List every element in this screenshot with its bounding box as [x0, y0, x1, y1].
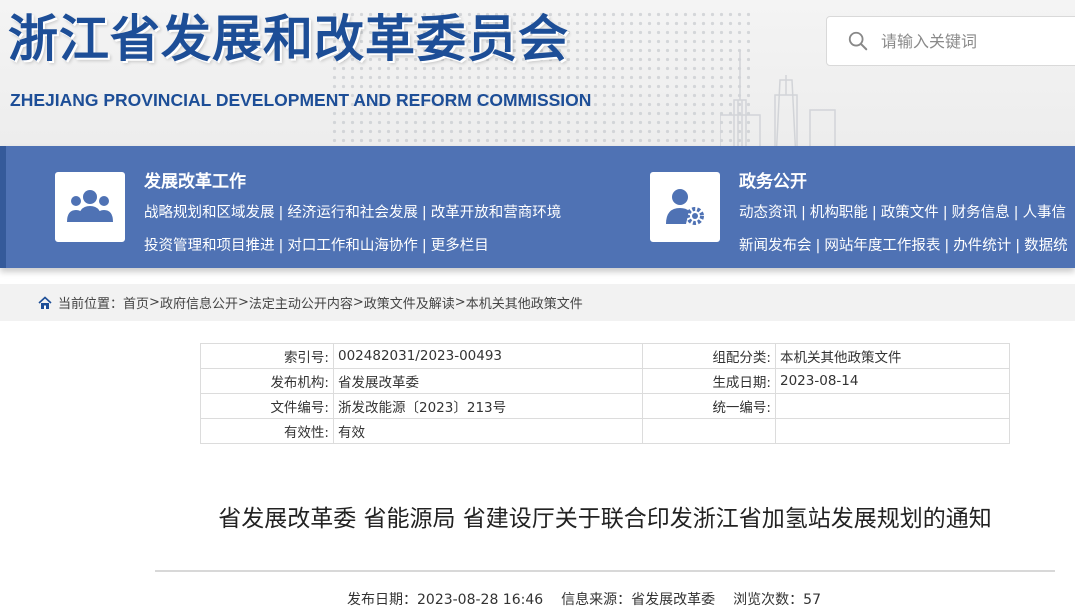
search-input[interactable]	[881, 31, 1071, 51]
table-row: 有效性: 有效	[200, 418, 1010, 444]
meta-label-created: 生成日期:	[642, 368, 776, 394]
nav-link-economic-operation[interactable]: 经济运行和社会发展	[287, 205, 418, 221]
nav-link-reform-opening[interactable]: 改革开放和营商环境	[431, 205, 562, 221]
table-row: 发布机构: 省发展改革委 生成日期: 2023-08-14	[200, 368, 1010, 394]
nav-link-personnel[interactable]: 人事信	[1023, 205, 1067, 221]
breadcrumb-gov-info[interactable]: 政府信息公开	[160, 293, 238, 312]
nav-link-functions[interactable]: 机构职能	[810, 205, 868, 221]
nav-row: 投资管理和项目推进 | 对口工作和山海协作 | 更多栏目	[144, 238, 489, 254]
nav-link-more-columns[interactable]: 更多栏目	[431, 238, 489, 254]
meta-value-publisher: 省发展改革委	[333, 368, 643, 394]
publish-date-value: 2023-08-28 16:46	[417, 592, 544, 608]
nav-link-news[interactable]: 动态资讯	[739, 205, 797, 221]
nav-link-counterpart-work[interactable]: 对口工作和山海协作	[287, 238, 418, 254]
views-value: 57	[803, 592, 821, 608]
meta-label-category: 组配分类:	[642, 343, 776, 369]
nav-section-government-affairs: 政务公开 动态资讯 | 机构职能 | 政策文件 | 财务信息 | 人事信 新闻发布会 | 网站年度工…	[650, 146, 1075, 268]
nav-row: 战略规划和区域发展 | 经济运行和社会发展 | 改革开放和营商环境	[144, 205, 562, 221]
source-label: 信息来源：	[561, 592, 632, 608]
meta-label-validity: 有效性:	[200, 418, 334, 444]
breadcrumb-current[interactable]: 本机关其他政策文件	[466, 293, 583, 312]
meta-empty-cell	[775, 418, 1010, 444]
meta-label-docno: 文件编号:	[200, 393, 334, 419]
meta-value-index: 002482031/2023-00493	[333, 343, 643, 369]
nav-link-strategic-planning[interactable]: 战略规划和区域发展	[144, 205, 275, 221]
breadcrumb-policy-docs[interactable]: 政策文件及解读	[364, 293, 455, 312]
site-subtitle: ZHEJIANG PROVINCIAL DEVELOPMENT AND REFO…	[10, 90, 592, 110]
user-gear-icon	[666, 189, 704, 225]
people-icon-box[interactable]	[55, 172, 125, 242]
meta-label-unified: 统一编号:	[642, 393, 776, 419]
meta-label-index: 索引号:	[200, 343, 334, 369]
meta-empty-cell	[642, 418, 776, 444]
main-nav: 发展改革工作 战略规划和区域发展 | 经济运行和社会发展 | 改革开放和营商环境 投资管…	[0, 146, 1075, 268]
breadcrumb: 当前位置： 首页 > 政府信息公开 > 法定主动公开内容 > 政策文件及解读 > 本机关…	[0, 284, 1075, 321]
nav-link-annual-report[interactable]: 网站年度工作报表	[824, 238, 940, 254]
nav-row: 新闻发布会 | 网站年度工作报表 | 办件统计 | 数据统	[739, 238, 1068, 254]
meta-value-validity: 有效	[333, 418, 643, 444]
meta-value-category: 本机关其他政策文件	[775, 343, 1010, 369]
nav-title-government-affairs[interactable]: 政务公开	[739, 167, 807, 192]
meta-value-unified	[775, 393, 1010, 419]
views-label: 浏览次数：	[733, 592, 804, 608]
home-icon	[38, 295, 52, 309]
article-title: 省发展改革委 省能源局 省建设厅关于联合印发浙江省加氢站发展规划的通知	[218, 506, 992, 532]
nav-left-notch	[0, 146, 6, 268]
nav-link-case-stats[interactable]: 办件统计	[953, 238, 1011, 254]
nav-link-press-conference[interactable]: 新闻发布会	[739, 238, 812, 254]
site-header: 浙江省发展和改革委员会 ZHEJIANG PROVINCIAL DEVELOPM…	[0, 0, 1075, 160]
nav-link-data-stats[interactable]: 数据统	[1024, 238, 1068, 254]
breadcrumb-statutory-content[interactable]: 法定主动公开内容	[249, 293, 353, 312]
breadcrumb-home[interactable]: 首页	[123, 293, 149, 312]
table-row: 索引号: 002482031/2023-00493 组配分类: 本机关其他政策文…	[200, 343, 1010, 369]
nav-title-development-reform[interactable]: 发展改革工作	[144, 167, 246, 192]
nav-link-investment-management[interactable]: 投资管理和项目推进	[144, 238, 275, 254]
publish-date-label: 发布日期：	[347, 592, 417, 608]
search-icon[interactable]	[847, 30, 869, 52]
meta-label-publisher: 发布机构:	[200, 368, 334, 394]
nav-section-development-reform: 发展改革工作 战略规划和区域发展 | 经济运行和社会发展 | 改革开放和营商环境 投资管…	[55, 146, 635, 268]
search-box[interactable]	[826, 16, 1075, 66]
site-title: 浙江省发展和改革委员会	[8, 10, 569, 68]
people-icon	[67, 190, 113, 222]
user-gear-icon-box[interactable]	[650, 172, 720, 242]
nav-row: 动态资讯 | 机构职能 | 政策文件 | 财务信息 | 人事信	[739, 205, 1067, 221]
nav-link-finance-info[interactable]: 财务信息	[952, 205, 1010, 221]
meta-value-created: 2023-08-14	[775, 368, 1010, 394]
document-meta-table: 索引号: 002482031/2023-00493 组配分类: 本机关其他政策文…	[200, 343, 1010, 444]
nav-link-policy-docs[interactable]: 政策文件	[881, 205, 939, 221]
article-info: 发布日期：2023-08-28 16:46 信息来源：省发展改革委 浏览次数：57	[347, 589, 821, 609]
title-divider	[155, 570, 1055, 572]
source-value: 省发展改革委	[631, 592, 716, 608]
meta-value-docno: 浙发改能源〔2023〕213号	[333, 393, 643, 419]
table-row: 文件编号: 浙发改能源〔2023〕213号 统一编号:	[200, 393, 1010, 419]
breadcrumb-label: 当前位置：	[58, 297, 124, 312]
